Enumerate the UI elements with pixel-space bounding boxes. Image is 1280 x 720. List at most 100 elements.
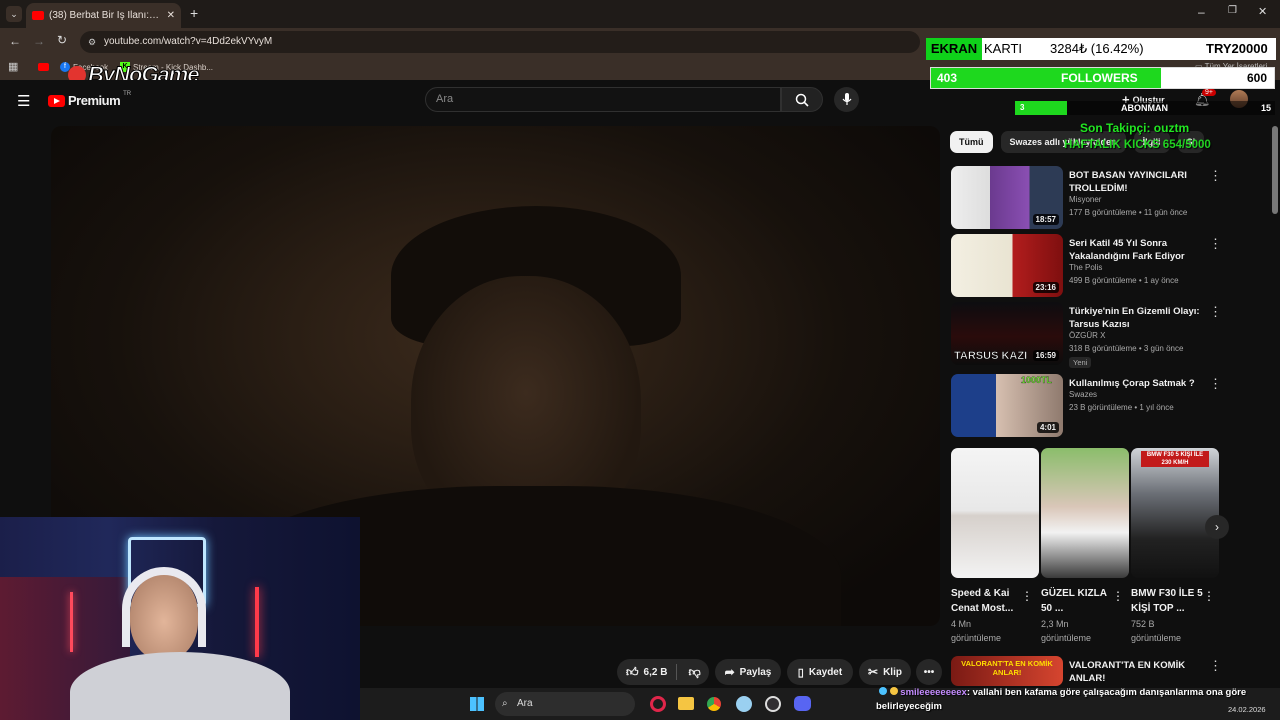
- more-vertical-icon[interactable]: ⋮: [1021, 589, 1033, 603]
- followers-label: FOLLOWERS: [1061, 71, 1138, 85]
- short-thumbnail[interactable]: [1041, 448, 1129, 578]
- share-button[interactable]: ➦ Paylaş: [715, 659, 781, 685]
- voice-search-button[interactable]: [834, 87, 859, 112]
- thumbs-down-icon: 👎︎: [688, 664, 701, 679]
- overlay-price: 3284₺ (16.42%): [1050, 41, 1144, 56]
- bookmark-icon: ▯: [797, 666, 804, 679]
- chrome-icon[interactable]: [706, 696, 722, 712]
- recommendation-channel[interactable]: Misyoner: [1069, 195, 1101, 204]
- hamburger-menu-icon[interactable]: ☰: [17, 92, 30, 110]
- followers-count: 403: [937, 71, 958, 85]
- short-thumbnail[interactable]: [951, 448, 1039, 578]
- microphone-icon: [842, 93, 851, 105]
- restore-icon[interactable]: ❐: [1228, 5, 1237, 16]
- dislike-button[interactable]: 👎︎: [688, 665, 700, 680]
- more-vertical-icon[interactable]: ⋮: [1209, 658, 1222, 674]
- forward-icon[interactable]: →: [33, 34, 45, 48]
- tab-list-chevron-icon[interactable]: ⌄: [6, 6, 22, 22]
- more-vertical-icon[interactable]: ⋮: [1209, 168, 1222, 184]
- weekly-kicks: HAFTALIK KICKS 654/5000: [1064, 139, 1211, 151]
- sub-goal: 15: [1261, 103, 1272, 113]
- new-tab-icon[interactable]: +: [190, 5, 198, 21]
- webcam-red-led: [70, 592, 73, 652]
- shorts-next-button[interactable]: ›: [1205, 515, 1229, 539]
- short-title: Speed & Kai Cenat Most...: [951, 588, 1014, 614]
- site-info-icon[interactable]: ⚙: [88, 31, 96, 53]
- youtube-favicon-icon: [32, 11, 44, 20]
- more-vertical-icon[interactable]: ⋮: [1203, 589, 1215, 603]
- recommendation-meta: 23 B görüntüleme • 1 yıl önce: [1069, 403, 1174, 412]
- recommendation-title: Seri Katil 45 Yıl Sonra Yakalandığını Fa…: [1069, 238, 1185, 262]
- overlay-ekran: EKRAN: [926, 38, 982, 60]
- recommendation-item[interactable]: 1000TL 4:01 Kullanılmış Çorap Satmak ? S…: [951, 374, 1271, 438]
- webcam-red-led: [255, 587, 259, 657]
- recommendation-meta: 499 B görüntüleme • 1 ay önce: [1069, 276, 1179, 285]
- last-follower: Son Takipçi: ouztm: [1080, 121, 1190, 135]
- more-vertical-icon[interactable]: ⋮: [1209, 236, 1222, 252]
- sub-progress-bar: 3 ABONMAN 15: [1015, 101, 1275, 115]
- save-button[interactable]: ▯ Kaydet: [787, 659, 853, 685]
- recommendation-title: BOT BASAN YAYINCILARI TROLLEDİM!: [1069, 170, 1187, 194]
- recommendation-thumbnail[interactable]: 18:57: [951, 166, 1063, 229]
- opera-gx-icon[interactable]: [650, 696, 666, 712]
- chip-all[interactable]: Tümü: [950, 131, 993, 153]
- windows-start-icon[interactable]: [470, 697, 484, 711]
- url-field[interactable]: ⚙ youtube.com/watch?v=4Dd2ekVYvyM: [80, 31, 920, 53]
- minimize-icon[interactable]: –: [1198, 5, 1205, 19]
- taskbar-search[interactable]: ⌕ Ara: [495, 692, 635, 716]
- recommendation-channel[interactable]: Swazes: [1069, 390, 1097, 399]
- short-view-count: 2,3 Mn: [1041, 619, 1069, 629]
- recommendation-item[interactable]: 18:57 BOT BASAN YAYINCILARI TROLLEDİM! M…: [951, 166, 1271, 230]
- sub-count: 3: [1020, 103, 1025, 112]
- recommendation-title: Türkiye'nin En Gizemli Olayı: Tarsus Kaz…: [1069, 306, 1200, 330]
- obs-icon[interactable]: [765, 696, 781, 712]
- streamer-webcam: [0, 517, 360, 720]
- more-actions-button[interactable]: •••: [916, 659, 942, 685]
- recommendation-thumbnail[interactable]: 1000TL 4:01: [951, 374, 1063, 437]
- discord-icon[interactable]: [794, 696, 811, 711]
- chat-badge-icon: [889, 687, 898, 695]
- short-thumbnail[interactable]: BMW F30 5 KİŞİ İLE 230 KM/H: [1131, 448, 1219, 578]
- recommendation-channel[interactable]: The Polis: [1069, 263, 1102, 272]
- logo-text: Premium: [68, 93, 121, 108]
- more-vertical-icon[interactable]: ⋮: [1112, 589, 1124, 603]
- search-input[interactable]: Ara: [425, 87, 781, 112]
- short-views: 752 B görüntüleme: [1131, 617, 1211, 645]
- scrollbar-thumb[interactable]: [1272, 126, 1278, 214]
- recommendation-item[interactable]: 23:16 Seri Katil 45 Yıl Sonra Yakalandığ…: [951, 234, 1271, 298]
- like-dislike-group: 👍︎ 6,2 B 👎︎: [617, 659, 709, 685]
- search-button[interactable]: [781, 87, 823, 112]
- recommendation-thumbnail[interactable]: TARSUS KAZI 16:59: [951, 302, 1063, 365]
- close-window-icon[interactable]: ✕: [1258, 5, 1267, 18]
- browser-tab-active[interactable]: (38) Berbat Bir İş İlanı: Oluşturd... ✕: [26, 3, 181, 28]
- recommendation-thumbnail[interactable]: 23:16: [951, 234, 1063, 297]
- recommendation-meta: 318 B görüntüleme • 3 gün önce: [1069, 344, 1184, 353]
- apps-grid-icon[interactable]: ▦: [8, 60, 18, 73]
- chat-username: smileeeeeeeex: [900, 687, 967, 698]
- more-vertical-icon[interactable]: ⋮: [1209, 304, 1222, 320]
- recommendation-item[interactable]: TARSUS KAZI 16:59 Türkiye'nin En Gizemli…: [951, 302, 1271, 368]
- recommendation-thumbnail[interactable]: VALORANT'TA EN KOMİK ANLAR!: [951, 656, 1063, 686]
- scissors-icon: ✂: [868, 665, 879, 679]
- more-vertical-icon[interactable]: ⋮: [1209, 376, 1222, 392]
- stream-chat-message: smileeeeeeeex: vallahi ben kafama göre ç…: [876, 686, 1280, 720]
- video-duration: 16:59: [1032, 350, 1059, 361]
- app-icon[interactable]: [736, 696, 752, 712]
- sub-label: ABONMAN: [1121, 103, 1168, 113]
- short-view-unit: görüntüleme: [1131, 633, 1182, 643]
- file-explorer-icon[interactable]: [678, 697, 694, 710]
- like-button[interactable]: 👍︎ 6,2 B: [626, 665, 667, 680]
- recommendation-meta: 177 B görüntüleme • 11 gün önce: [1069, 208, 1188, 217]
- short-title: GÜZEL KIZLA 50 ...: [1041, 588, 1107, 614]
- youtube-logo[interactable]: Premium TR: [48, 91, 131, 108]
- share-label: Paylaş: [739, 666, 772, 678]
- recommendation-item[interactable]: VALORANT'TA EN KOMİK ANLAR! VALORANT'TA …: [951, 656, 1271, 686]
- new-badge: Yeni: [1069, 357, 1092, 368]
- youtube-bookmark-icon[interactable]: [38, 63, 49, 71]
- clip-button[interactable]: ✂ Klip: [859, 659, 911, 685]
- youtube-play-icon: [48, 94, 65, 107]
- recommendation-channel[interactable]: ÖZGÜR X: [1069, 331, 1105, 340]
- tab-close-icon[interactable]: ✕: [167, 10, 175, 21]
- reload-icon[interactable]: ↻: [57, 33, 67, 47]
- back-icon[interactable]: ←: [9, 34, 21, 48]
